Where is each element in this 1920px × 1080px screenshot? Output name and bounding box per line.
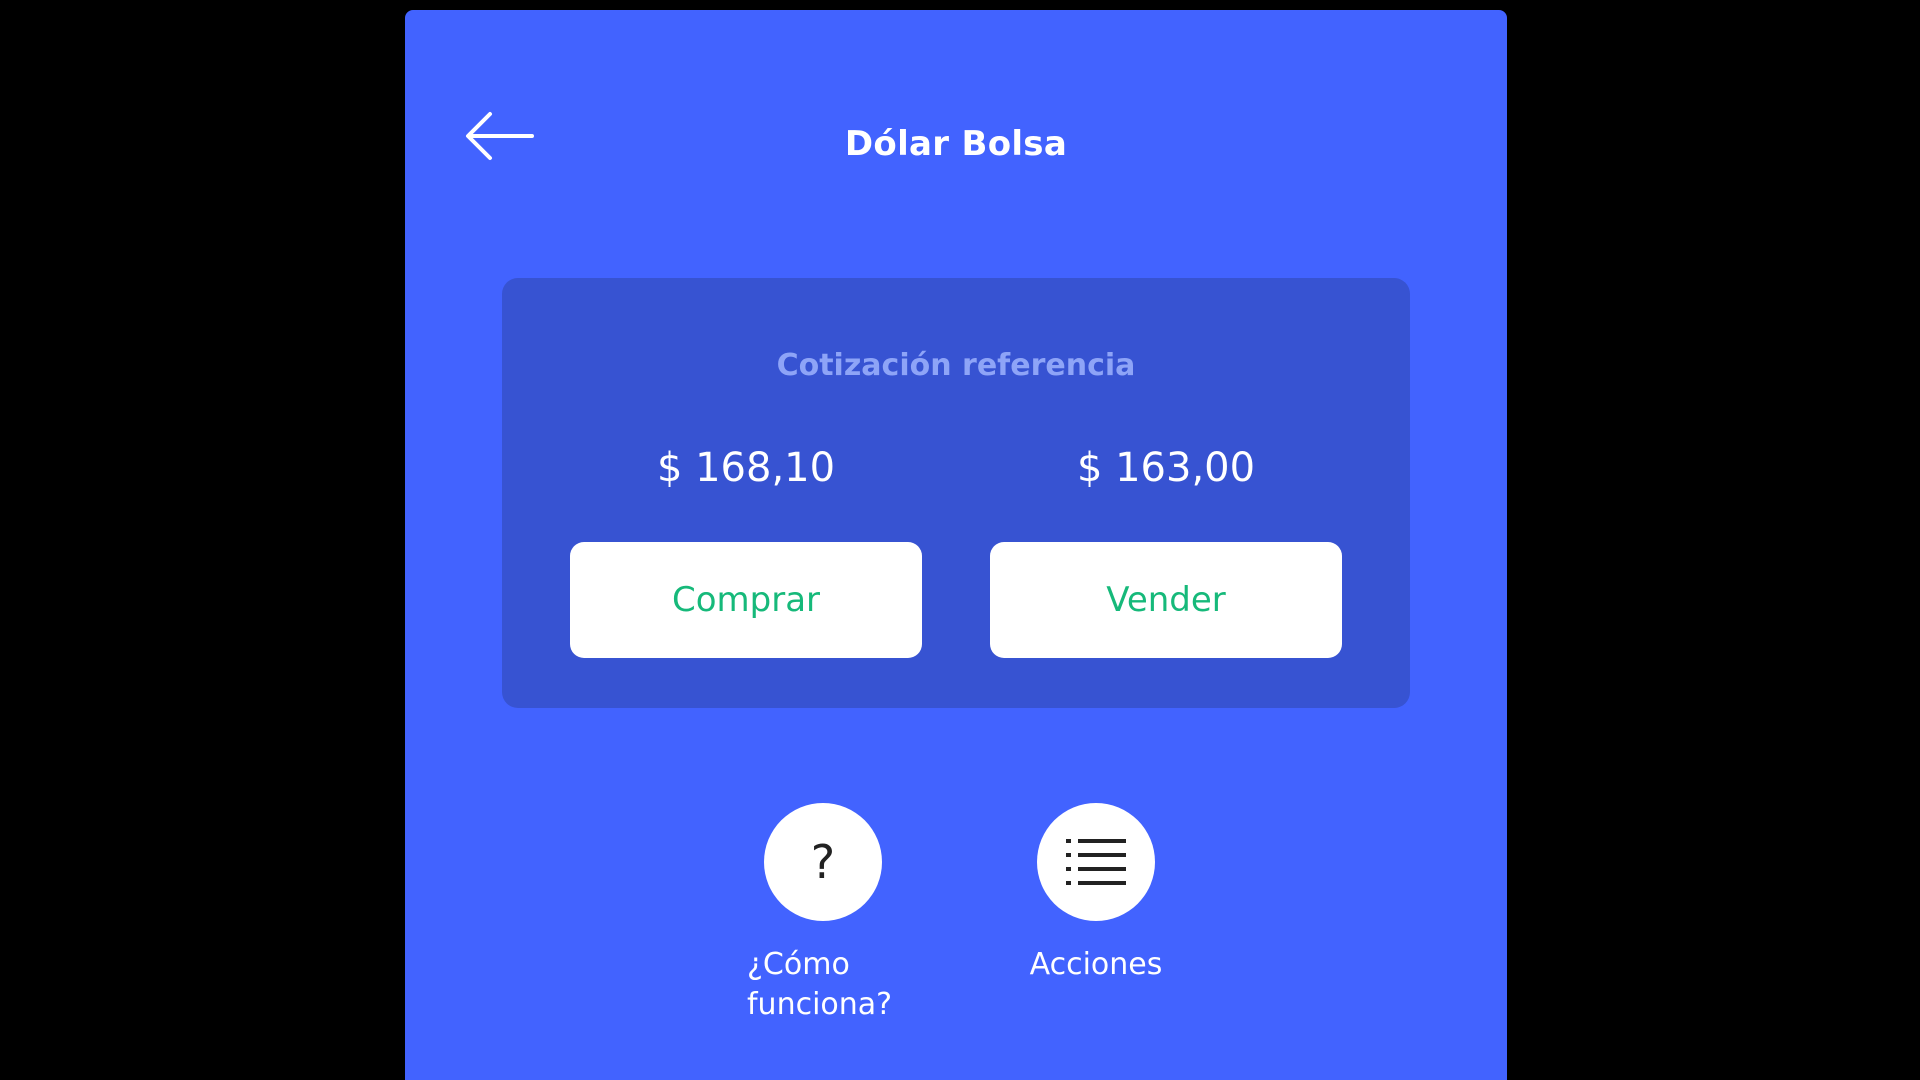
how-it-works-action[interactable]: ? ¿Cómo funciona? [723, 803, 923, 1025]
app-screen: Dólar Bolsa Cotización referencia $ 168,… [405, 10, 1507, 1080]
list-icon [1066, 839, 1126, 885]
sell-price: $ 163,00 [1076, 445, 1256, 491]
sell-button[interactable]: Vender [990, 542, 1342, 658]
actions-action[interactable]: Acciones [996, 803, 1196, 985]
buy-button[interactable]: Comprar [570, 542, 922, 658]
quote-card-title: Cotización referencia [776, 348, 1136, 383]
buy-price: $ 168,10 [656, 445, 836, 491]
question-icon: ? [810, 835, 836, 889]
quote-card: Cotización referencia $ 168,10 $ 163,00 … [502, 278, 1410, 708]
actions-label: Acciones [1029, 947, 1163, 982]
actions-circle[interactable] [1037, 803, 1155, 921]
how-it-works-label: ¿Cómo funciona? [747, 947, 893, 1022]
page-title: Dólar Bolsa [844, 124, 1068, 164]
how-it-works-circle[interactable]: ? [764, 803, 882, 921]
